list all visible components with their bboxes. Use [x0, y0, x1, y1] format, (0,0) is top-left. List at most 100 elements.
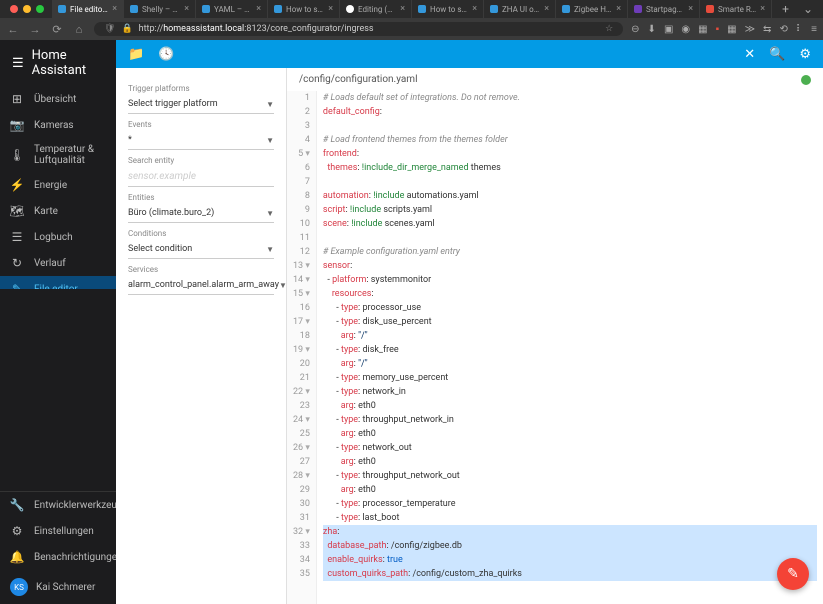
browser-tab[interactable]: File editor – Home×	[52, 0, 124, 18]
code-editor: /config/configuration.yaml 12345 ▾678910…	[286, 68, 823, 604]
sidebar-item[interactable]: 🌡 Temperatur & Luftqualität	[0, 138, 116, 172]
browser-chrome: File editor – Home×Shelly – Home Ass×YAM…	[0, 0, 823, 40]
chrome-actions: ⊖ ⬇ ▣ ◉ ▦ ▪ ▦ ≫ ⇆ ⟲ ⠇ ≡	[631, 24, 817, 35]
tab-close-icon[interactable]: ×	[328, 4, 333, 14]
action-icon[interactable]: ≫	[745, 24, 755, 35]
tab-close-icon[interactable]: ×	[616, 4, 621, 14]
tab-close-icon[interactable]: ×	[256, 4, 261, 14]
menu-icon[interactable]: ≡	[811, 24, 817, 35]
action-icon[interactable]: ⇆	[763, 24, 771, 35]
services-select[interactable]: alarm_control_panel.alarm_arm_away▼	[128, 276, 274, 295]
browser-tab[interactable]: Startpage Suche ×	[628, 0, 700, 18]
chevron-down-icon: ▼	[266, 209, 274, 218]
extension-icon[interactable]: ▣	[664, 24, 673, 35]
code-content[interactable]: # Loads default set of integrations. Do …	[317, 91, 823, 604]
favicon-icon	[58, 5, 66, 13]
window-minimize-icon[interactable]	[23, 5, 31, 13]
sidebar-item[interactable]: 🔧Entwicklerwerkzeuge	[0, 492, 116, 518]
save-fab-button[interactable]: ✎	[777, 558, 809, 590]
download-icon[interactable]: ⬇	[648, 24, 656, 35]
trigger-platform-select[interactable]: Select trigger platform▼	[128, 95, 274, 114]
close-icon[interactable]: ✕	[744, 47, 755, 62]
sidebar-item[interactable]: ☰Logbuch	[0, 224, 116, 250]
tab-overflow-icon[interactable]: ⌄	[797, 2, 819, 16]
extension-icon[interactable]: ◉	[681, 24, 690, 35]
tab-title: How to setup loc	[430, 5, 468, 14]
tab-title: ZHA UI option to	[502, 5, 540, 14]
tab-title: Shelly – Home Ass	[142, 5, 180, 14]
tab-close-icon[interactable]: ×	[544, 4, 549, 14]
sidebar-item-label: Benachrichtigungen	[34, 552, 123, 563]
reload-button[interactable]: ⟳	[50, 23, 64, 36]
extension-icon[interactable]: ▦	[698, 24, 707, 35]
field-label: Trigger platforms	[128, 84, 274, 93]
browser-tab[interactable]: How to setup loc×	[268, 0, 340, 18]
gear-icon[interactable]: ⚙	[799, 47, 811, 62]
folder-icon[interactable]: 📁	[128, 47, 144, 62]
history-icon[interactable]: 🕓	[158, 47, 174, 62]
search-icon[interactable]: 🔍	[769, 47, 785, 62]
chevron-down-icon: ▼	[279, 281, 286, 290]
sidebar-item[interactable]: ⊞Übersicht	[0, 86, 116, 112]
sidebar-item-icon: 📷	[10, 118, 24, 132]
sidebar-item[interactable]: 🗺Karte	[0, 198, 116, 224]
extension-icon[interactable]: ▪	[716, 24, 720, 35]
favicon-icon	[490, 5, 498, 13]
search-entity-input[interactable]	[128, 167, 274, 187]
tab-title: Startpage Suche	[646, 5, 684, 14]
forward-button[interactable]: →	[28, 23, 42, 36]
sidebar-item-label: Temperatur & Luftqualität	[34, 144, 106, 166]
browser-tab[interactable]: How to setup loc ×	[412, 0, 484, 18]
window-controls	[4, 5, 50, 13]
sidebar-user[interactable]: KS Kai Schmerer	[0, 570, 116, 604]
sidebar-item[interactable]: 🔔Benachrichtigungen	[0, 544, 116, 570]
favicon-icon	[130, 5, 138, 13]
window-close-icon[interactable]	[10, 5, 18, 13]
burger-icon[interactable]: ☰	[12, 56, 24, 71]
tab-close-icon[interactable]: ×	[112, 4, 117, 14]
tab-close-icon[interactable]: ×	[184, 4, 189, 14]
tab-title: Editing (ZHA) qui	[358, 5, 396, 14]
extensions-icon[interactable]: ▦	[727, 24, 736, 35]
sidebar-item-label: Einstellungen	[34, 526, 94, 537]
sidebar-item[interactable]: ⚙Einstellungen	[0, 518, 116, 544]
sidebar-item[interactable]: ↻Verlauf	[0, 250, 116, 276]
tab-close-icon[interactable]: ×	[688, 4, 693, 14]
browser-tab[interactable]: Editing (ZHA) qui ×	[340, 0, 412, 18]
entities-select[interactable]: Büro (climate.buro_2)▼	[128, 204, 274, 223]
field-label: Conditions	[128, 229, 274, 238]
events-select[interactable]: *▼	[128, 131, 274, 150]
field-label: Services	[128, 265, 274, 274]
favicon-icon	[562, 5, 570, 13]
back-button[interactable]: ←	[6, 23, 20, 36]
url-field[interactable]: 🛡 🔒 http://homeassistant.local:8123/core…	[94, 22, 623, 36]
editor-body[interactable]: 12345 ▾678910111213 ▾14 ▾15 ▾1617 ▾1819 …	[287, 91, 823, 604]
sidebar-item-icon: 🌡	[10, 148, 24, 162]
tab-close-icon[interactable]: ×	[400, 4, 405, 14]
file-path: /config/configuration.yaml	[299, 74, 418, 85]
sidebar-item[interactable]: ✎File editor	[0, 276, 116, 289]
sidebar-item[interactable]: 📷Kameras	[0, 112, 116, 138]
browser-tab[interactable]: YAML – Home Ass ×	[196, 0, 268, 18]
conditions-select[interactable]: Select condition▼	[128, 240, 274, 259]
lock-icon: 🔒	[121, 24, 132, 34]
window-maximize-icon[interactable]	[36, 5, 44, 13]
new-tab-button[interactable]: +	[776, 2, 795, 16]
tab-close-icon[interactable]: ×	[760, 4, 765, 14]
shield-icon: 🛡	[104, 24, 115, 34]
browser-tab[interactable]: Smarte RGBIC LED×	[700, 0, 772, 18]
tab-close-icon[interactable]: ×	[472, 4, 477, 14]
overflow-icon[interactable]: ⠇	[796, 24, 803, 35]
browser-tab[interactable]: ZHA UI option to ×	[484, 0, 556, 18]
avatar: KS	[10, 578, 28, 596]
entity-panel: Trigger platforms Select trigger platfor…	[116, 68, 286, 604]
browser-tab[interactable]: Zigbee Home Aut×	[556, 0, 628, 18]
home-button[interactable]: ⌂	[72, 23, 86, 36]
browser-tab[interactable]: Shelly – Home Ass ×	[124, 0, 196, 18]
tab-title: YAML – Home Ass	[214, 5, 252, 14]
sync-icon[interactable]: ⟲	[779, 24, 787, 35]
bookmark-star-icon[interactable]: ☆	[605, 24, 613, 34]
action-icon[interactable]: ⊖	[631, 24, 639, 35]
sidebar-item[interactable]: ⚡Energie	[0, 172, 116, 198]
favicon-icon	[274, 5, 282, 13]
